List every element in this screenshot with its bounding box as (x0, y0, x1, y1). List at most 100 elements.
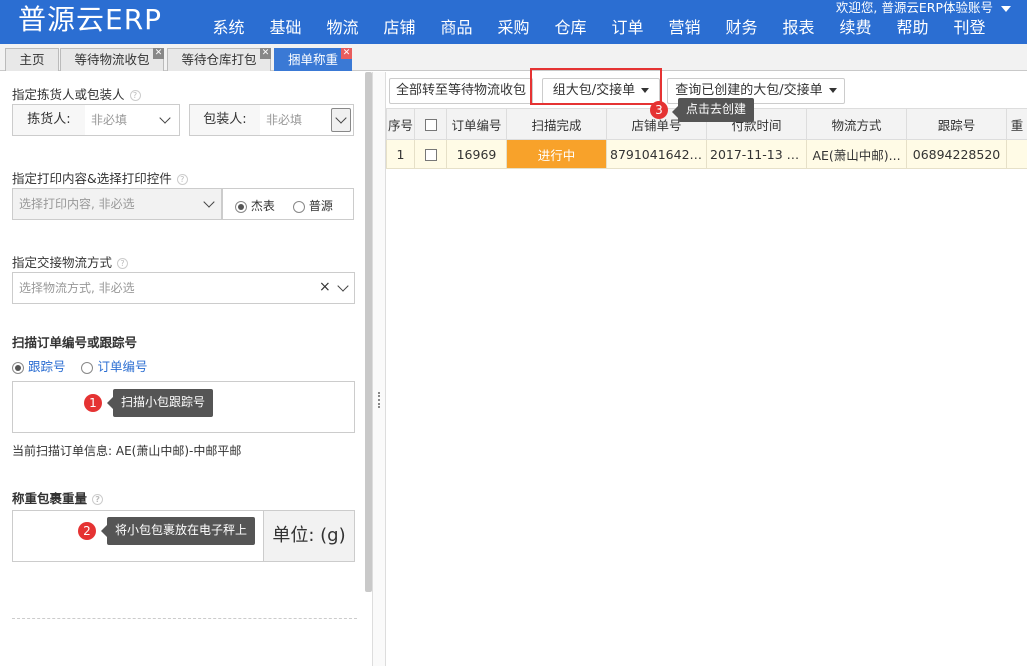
nav-item[interactable]: 系统 (200, 16, 257, 40)
move-all-button[interactable]: 全部转至等待物流收包 (389, 78, 533, 104)
section-label: 指定交接物流方式 (12, 255, 113, 270)
packer-select[interactable]: 包装人: 非必填 (189, 104, 354, 136)
scan-hint-tooltip: 扫描小包跟踪号 (106, 389, 214, 417)
chevron-down-icon (335, 112, 347, 124)
weight-section-title: 称重包裹重量? (12, 488, 104, 507)
help-icon[interactable]: ? (176, 174, 188, 185)
weight-unit: 单位: (g) (263, 510, 355, 562)
nav-item[interactable]: 帮助 (884, 16, 941, 40)
tab-weigh[interactable]: 捆单称重 ✕ (274, 48, 352, 71)
clear-icon[interactable]: × (319, 279, 331, 295)
nav-item[interactable]: 商品 (428, 16, 485, 40)
help-icon[interactable]: ? (117, 258, 129, 269)
picker-section-title: 指定拣货人或包装人? (12, 84, 141, 103)
print-section-title: 指定打印内容&选择打印控件? (12, 168, 188, 187)
picker-label: 拣货人: (13, 105, 85, 135)
tab-home[interactable]: 主页 (5, 48, 59, 71)
drag-handle-icon (378, 392, 380, 408)
tab-wait-pack[interactable]: 等待仓库打包 ✕ (167, 48, 271, 71)
radio-label: 普源 (308, 199, 333, 213)
nav-item[interactable]: 营销 (656, 16, 713, 40)
cell-seq: 1 (386, 139, 415, 169)
logistics-section-title: 指定交接物流方式? (12, 252, 129, 271)
scan-info: 当前扫描订单信息: AE(萧山中邮)-中邮平邮 (12, 444, 242, 458)
close-icon[interactable]: ✕ (341, 48, 352, 59)
cell-logistics: AE(萧山中邮)... (806, 139, 907, 169)
highlight-box (530, 68, 662, 105)
weight-hint-tooltip: 将小包包裹放在电子秤上 (100, 517, 256, 545)
radio-label: 跟踪号 (27, 359, 66, 374)
caret-down-icon (1001, 5, 1011, 12)
picker-placeholder: 非必填 (91, 113, 128, 127)
packer-placeholder: 非必填 (266, 113, 303, 127)
col-header[interactable]: 订单编号 (446, 108, 507, 140)
nav-item[interactable]: 物流 (314, 16, 371, 40)
tab-label: 等待仓库打包 (181, 52, 257, 67)
packer-label: 包装人: (190, 105, 260, 135)
tab-wait-logistics[interactable]: 等待物流收包 ✕ (60, 48, 164, 71)
user-menu[interactable]: 欢迎您, 普源云ERP体验账号 (836, 0, 1011, 16)
cell-paid-time: 2017-11-13 2... (706, 139, 807, 169)
radio-order-no[interactable]: 订单编号 (81, 359, 147, 374)
col-header[interactable]: 序号 (386, 108, 415, 140)
table-row[interactable]: 1 16969 进行中 87910416428... 2017-11-13 2.… (386, 139, 1027, 169)
cell-shop-no: 87910416428... (606, 139, 707, 169)
col-header[interactable]: 重 (1006, 108, 1027, 140)
nav-item[interactable]: 订单 (599, 16, 656, 40)
print-control-radio-group: 杰表 普源 (222, 188, 354, 220)
select-all-checkbox[interactable] (424, 119, 437, 131)
create-hint-tooltip: 点击去创建 (671, 98, 755, 122)
close-icon[interactable]: ✕ (260, 48, 271, 59)
help-icon[interactable]: ? (129, 90, 141, 101)
button-label: 查询已创建的大包/交接单 (675, 83, 823, 98)
nav-item[interactable]: 仓库 (542, 16, 599, 40)
cell-status: 进行中 (506, 139, 607, 169)
panel-splitter[interactable] (372, 72, 386, 666)
radio-label: 杰表 (250, 199, 275, 213)
step-3-badge: 3 (650, 101, 668, 119)
packer-dropdown-button[interactable] (331, 108, 351, 132)
logistics-select[interactable]: 选择物流方式, 非必选 × (12, 272, 355, 304)
nav-item[interactable]: 续费 (827, 16, 884, 40)
scan-section-title: 扫描订单编号或跟踪号 (12, 335, 138, 350)
nav-item[interactable]: 采购 (485, 16, 542, 40)
section-label: 指定拣货人或包装人 (12, 87, 125, 102)
print-content-select[interactable]: 选择打印内容, 非必选 (12, 188, 222, 220)
cell-order: 16969 (446, 139, 507, 169)
chevron-down-icon (159, 112, 171, 124)
app-logo: 普源云ERP (18, 3, 163, 36)
radio-puyuan[interactable]: 普源 (293, 197, 333, 214)
left-panel: 指定拣货人或包装人? 拣货人: 非必填 包装人: 非必填 指定打印内容&选择打印… (0, 72, 372, 666)
nav-item[interactable]: 基础 (257, 16, 314, 40)
nav-item[interactable]: 财务 (713, 16, 770, 40)
cell-tracking: 06894228520 (906, 139, 1007, 169)
tab-bar: 主页 等待物流收包 ✕ 等待仓库打包 ✕ 捆单称重 ✕ (0, 44, 1027, 71)
chevron-down-icon (203, 196, 215, 208)
tab-label: 等待物流收包 (74, 52, 150, 67)
left-scrollbar[interactable] (365, 72, 372, 592)
tab-label: 捆单称重 (287, 52, 338, 67)
nav-item[interactable]: 报表 (770, 16, 827, 40)
cell-weight (1006, 139, 1027, 169)
step-2-badge: 2 (78, 522, 96, 540)
radio-icon (81, 361, 94, 374)
section-label: 称重包裹重量 (12, 491, 88, 506)
row-checkbox[interactable] (424, 149, 437, 161)
radio-tracking[interactable]: 跟踪号 (12, 359, 66, 374)
col-header[interactable]: 扫描完成 (506, 108, 607, 140)
divider (12, 618, 357, 619)
help-icon[interactable]: ? (92, 494, 104, 505)
col-header[interactable]: 跟踪号 (906, 108, 1007, 140)
col-header[interactable]: 物流方式 (806, 108, 907, 140)
nav-item[interactable]: 刊登 (941, 16, 998, 40)
tab-label: 主页 (19, 52, 45, 67)
picker-select[interactable]: 拣货人: 非必填 (12, 104, 180, 136)
section-label: 指定打印内容&选择打印控件 (12, 171, 172, 186)
main-nav: 系统 基础 物流 店铺 商品 采购 仓库 订单 营销 财务 报表 续费 帮助 刊… (200, 16, 998, 40)
nav-item[interactable]: 店铺 (371, 16, 428, 40)
close-icon[interactable]: ✕ (153, 48, 164, 59)
col-header-select[interactable] (414, 108, 447, 140)
radio-icon (235, 200, 247, 213)
radio-jiebiao[interactable]: 杰表 (235, 197, 275, 214)
cell-select[interactable] (414, 139, 447, 169)
